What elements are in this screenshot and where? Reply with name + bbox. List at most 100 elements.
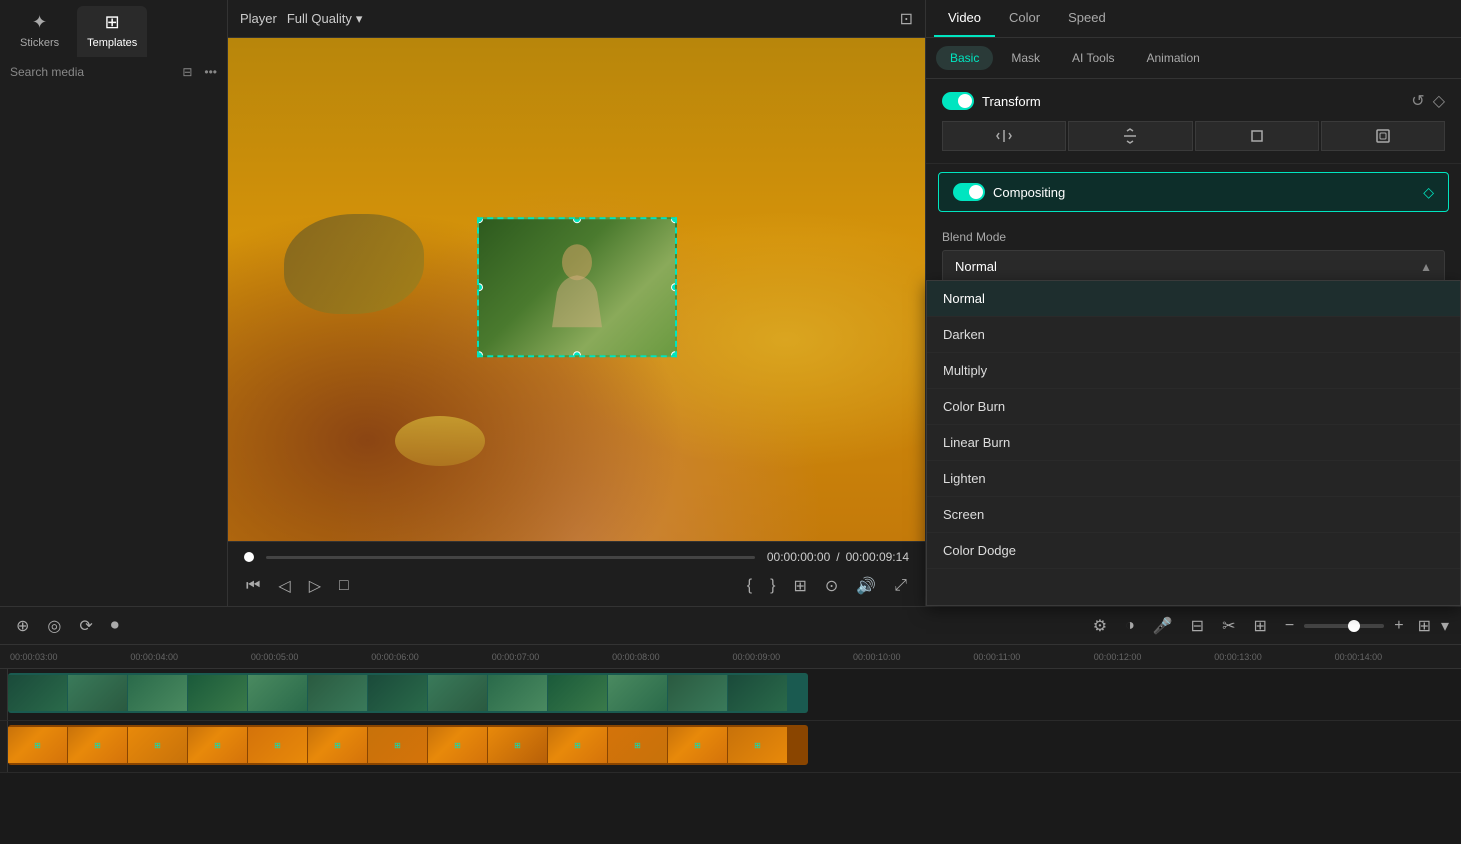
blend-option-colorburn[interactable]: Color Burn xyxy=(927,389,1460,425)
track-thumb-2h: ⊞ xyxy=(428,727,488,763)
tl-cut-button[interactable]: ✂ xyxy=(1218,614,1239,638)
ruler-mark-1: 00:00:04:00 xyxy=(128,652,248,662)
blend-option-darken[interactable]: Darken xyxy=(927,317,1460,353)
expand-timeline-button[interactable]: ▾ xyxy=(1441,616,1449,636)
tl-shield-button[interactable]: ◑ xyxy=(1121,615,1139,637)
tl-add-button[interactable]: ⊕ xyxy=(12,614,33,638)
progress-track[interactable] xyxy=(266,556,755,559)
handle-tr[interactable] xyxy=(671,217,677,223)
sub-tab-ai-tools[interactable]: AI Tools xyxy=(1058,46,1128,70)
ruler-mark-5: 00:00:08:00 xyxy=(610,652,730,662)
zoom-thumb[interactable] xyxy=(1348,620,1360,632)
tl-settings-button[interactable]: ⚙ xyxy=(1089,614,1111,638)
blend-mode-label: Blend Mode xyxy=(942,230,1445,244)
main-player: Player Full Quality ▾ ⊡ xyxy=(228,0,925,606)
screenshot-button[interactable]: ⊙ xyxy=(823,574,840,598)
more-icon[interactable]: ••• xyxy=(204,65,217,79)
zoom-plus-button[interactable]: + xyxy=(1390,615,1407,637)
sub-tab-mask[interactable]: Mask xyxy=(997,46,1054,70)
ruler-mark-4: 00:00:07:00 xyxy=(490,652,610,662)
tl-track-button[interactable]: ⊟ xyxy=(1187,614,1208,638)
sub-tab-basic[interactable]: Basic xyxy=(936,46,993,70)
handle-br[interactable] xyxy=(671,351,677,357)
expand-button[interactable]: ⤢ xyxy=(892,575,909,597)
handle-bc[interactable] xyxy=(573,351,581,357)
handle-mr[interactable] xyxy=(671,283,677,291)
track-thumb-2i: ⊞ xyxy=(488,727,548,763)
sidebar-content-empty xyxy=(0,87,227,606)
quality-label: Full Quality xyxy=(287,11,352,26)
ruler-mark-9: 00:00:12:00 xyxy=(1092,652,1212,662)
transform-flip-h-btn[interactable] xyxy=(942,121,1066,151)
volume-button[interactable]: 🔊 xyxy=(854,574,878,598)
blend-option-screen[interactable]: Screen xyxy=(927,497,1460,533)
sub-tab-animation[interactable]: Animation xyxy=(1132,46,1213,70)
blend-option-normal[interactable]: Normal xyxy=(927,281,1460,317)
tl-undo-button[interactable]: ⟳ xyxy=(75,614,96,638)
inner-video-frame[interactable] xyxy=(477,217,677,357)
video-background xyxy=(228,38,925,541)
pillow-decoration xyxy=(284,214,424,314)
panel-tab-video[interactable]: Video xyxy=(934,0,995,37)
filter-icon[interactable]: ⊟ xyxy=(182,65,192,79)
track-thumb-1e xyxy=(248,675,308,711)
transform-reset-btn[interactable]: ↺ xyxy=(1411,91,1424,111)
progress-handle[interactable] xyxy=(244,552,254,562)
blend-mode-select[interactable]: Normal ▲ xyxy=(942,250,1445,283)
blend-option-linearburn[interactable]: Linear Burn xyxy=(927,425,1460,461)
player-controls: 00:00:00:00 / 00:00:09:14 ⏮ ◁ ▷ □ { } ⊞ … xyxy=(228,541,925,606)
zoom-track[interactable] xyxy=(1304,624,1384,628)
grid-button[interactable]: ⊞ xyxy=(1418,616,1431,636)
transform-diamond-btn[interactable]: ◇ xyxy=(1433,91,1445,111)
panel-tab-color[interactable]: Color xyxy=(995,0,1054,37)
blend-option-multiply[interactable]: Multiply xyxy=(927,353,1460,389)
transform-toggle[interactable] xyxy=(942,92,974,110)
prev-frame-button[interactable]: ◁ xyxy=(276,574,292,598)
track-thumb-2d: ⊞ xyxy=(188,727,248,763)
stop-button[interactable]: □ xyxy=(337,575,351,597)
track-thumb-2e: ⊞ xyxy=(248,727,308,763)
back-button[interactable]: ⏮ xyxy=(244,575,262,597)
sidebar-tab-stickers[interactable]: ✦ Stickers xyxy=(10,6,69,57)
tl-caption-button[interactable]: ⊞ xyxy=(1249,614,1270,638)
track-thumb-2m: ⊞ xyxy=(728,727,788,763)
blend-option-colordodge[interactable]: Color Dodge xyxy=(927,533,1460,569)
transform-resize-btn[interactable] xyxy=(1321,121,1445,151)
zoom-minus-button[interactable]: − xyxy=(1281,615,1298,637)
panel-tab-speed[interactable]: Speed xyxy=(1054,0,1120,37)
timeline-ruler: 00:00:03:00 00:00:04:00 00:00:05:00 00:0… xyxy=(0,645,1461,669)
frame-icon[interactable]: ⊡ xyxy=(900,9,913,29)
track-thumb-2f: ⊞ xyxy=(308,727,368,763)
track-2: ⊞ ⊞ ⊞ ⊞ ⊞ ⊞ ⊞ ⊞ ⊞ ⊞ ⊞ ⊞ ⊞ xyxy=(0,721,1461,773)
sidebar-tab-templates[interactable]: ⊞ Templates xyxy=(77,6,147,57)
tl-circle-button[interactable]: ◎ xyxy=(43,614,65,638)
flip-v-icon xyxy=(1122,128,1138,144)
mark-in-button[interactable]: { xyxy=(745,575,754,597)
ruler-mark-0: 00:00:03:00 xyxy=(8,652,128,662)
compositing-toggle[interactable] xyxy=(953,183,985,201)
compositing-diamond-icon[interactable]: ◇ xyxy=(1423,184,1434,201)
track-2-content[interactable]: ⊞ ⊞ ⊞ ⊞ ⊞ ⊞ ⊞ ⊞ ⊞ ⊞ ⊞ ⊞ ⊞ xyxy=(8,721,1461,772)
tl-mic-button[interactable]: 🎤 xyxy=(1149,614,1177,638)
ruler-marks: 00:00:03:00 00:00:04:00 00:00:05:00 00:0… xyxy=(8,652,1453,662)
quality-select[interactable]: Full Quality ▾ xyxy=(287,11,363,27)
plate-decoration xyxy=(395,416,485,466)
transform-flip-v-btn[interactable] xyxy=(1068,121,1192,151)
panel-tabs: Video Color Speed xyxy=(926,0,1461,38)
left-sidebar: ✦ Stickers ⊞ Templates Search media ⊟ ••… xyxy=(0,0,228,606)
ruler-mark-6: 00:00:09:00 xyxy=(731,652,851,662)
track-strip-1[interactable] xyxy=(8,673,808,713)
blend-mode-value: Normal xyxy=(955,259,997,274)
tl-record-button[interactable]: ⏺ xyxy=(107,615,123,637)
transform-crop-btn[interactable] xyxy=(1195,121,1319,151)
blend-option-lighten[interactable]: Lighten xyxy=(927,461,1460,497)
play-button[interactable]: ▷ xyxy=(307,574,323,598)
track-strip-2[interactable]: ⊞ ⊞ ⊞ ⊞ ⊞ ⊞ ⊞ ⊞ ⊞ ⊞ ⊞ ⊞ ⊞ xyxy=(8,725,808,765)
track-thumb-1m xyxy=(728,675,788,711)
blend-select-arrow: ▲ xyxy=(1420,260,1432,274)
fullscreen-button[interactable]: ⊞ xyxy=(791,574,808,598)
track-1-content[interactable] xyxy=(8,669,1461,720)
handle-bl[interactable] xyxy=(477,351,483,357)
player-label: Player xyxy=(240,11,277,26)
mark-out-button[interactable]: } xyxy=(768,575,777,597)
